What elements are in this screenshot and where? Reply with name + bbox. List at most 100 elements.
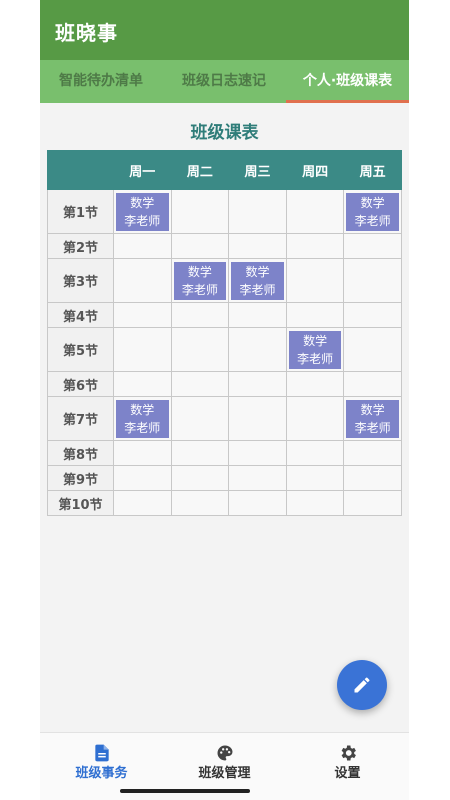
course-card[interactable]: 数学 李老师 — [346, 192, 399, 231]
schedule-cell[interactable]: 数学 李老师 — [343, 189, 402, 234]
schedule-cell[interactable] — [113, 490, 172, 516]
schedule-row: 第9节 — [47, 465, 402, 491]
app-title: 班晓事 — [55, 21, 118, 45]
edit-fab-button[interactable] — [337, 660, 387, 710]
schedule-cell[interactable] — [228, 371, 287, 397]
schedule-row: 第4节 — [47, 302, 402, 328]
schedule-cell[interactable] — [285, 233, 345, 259]
course-name: 数学 — [303, 333, 328, 348]
course-name: 数学 — [187, 264, 212, 279]
schedule-cell[interactable] — [170, 440, 230, 466]
course-teacher: 李老师 — [181, 282, 218, 297]
course-card[interactable]: 数学 李老师 — [346, 399, 399, 438]
schedule-cell[interactable] — [285, 490, 345, 516]
course-teacher: 李老师 — [124, 213, 161, 228]
schedule-cell[interactable] — [343, 327, 402, 372]
schedule-row: 第3节 数学 李老师 数学 李老师 — [47, 258, 402, 303]
course-teacher: 李老师 — [124, 420, 161, 435]
tab-class-schedule[interactable]: 个人·班级课表 — [286, 60, 409, 103]
schedule-cell[interactable] — [113, 233, 172, 259]
period-label: 第7节 — [47, 396, 114, 441]
schedule-cell[interactable] — [343, 490, 402, 516]
schedule-cell[interactable] — [285, 371, 345, 397]
schedule-cell[interactable] — [343, 465, 402, 491]
period-label: 第4节 — [47, 302, 114, 328]
schedule-row: 第5节 数学李老师 — [47, 327, 402, 372]
course-teacher: 李老师 — [239, 282, 276, 297]
course-card[interactable]: 数学 李老师 — [173, 261, 227, 300]
schedule-cell[interactable] — [113, 440, 172, 466]
app-screen: 班晓事 智能待办清单 班级日志速记 个人·班级课表 班级课表 周一 周二 周三 … — [40, 0, 409, 800]
day-header: 周一 — [113, 150, 172, 190]
schedule-cell[interactable] — [170, 396, 230, 441]
course-card[interactable]: 数学 李老师 — [231, 261, 284, 300]
course-teacher: 李老师 — [297, 351, 334, 366]
schedule-cell[interactable] — [170, 465, 230, 491]
schedule-cell[interactable] — [113, 302, 172, 328]
schedule-cell[interactable] — [343, 233, 402, 259]
schedule-cell[interactable] — [285, 465, 345, 491]
course-name: 数学 — [360, 402, 385, 417]
schedule-cell[interactable] — [228, 327, 287, 372]
schedule-cell[interactable] — [170, 371, 230, 397]
schedule-cell[interactable] — [228, 396, 287, 441]
schedule-row: 第2节 — [47, 233, 402, 259]
nav-class-management[interactable]: 班级管理 — [163, 733, 286, 791]
schedule-table: 周一 周二 周三 周四 周五 第1节 数学 李老师 数学 李老师 第2节 第3节 数学 李老师数… — [47, 150, 402, 516]
schedule-row: 第8节 — [47, 440, 402, 466]
schedule-cell[interactable]: 数学 李老师 — [170, 258, 230, 303]
tab-smart-todo[interactable]: 智能待办清单 — [40, 60, 162, 103]
schedule-cell[interactable] — [285, 189, 345, 234]
schedule-cell[interactable]: 数学 李老师 — [113, 396, 172, 441]
nav-settings[interactable]: 设置 — [286, 733, 409, 791]
schedule-cell[interactable] — [228, 233, 287, 259]
course-card[interactable]: 数学 李老师 — [116, 192, 169, 231]
schedule-cell[interactable] — [228, 189, 287, 234]
schedule-cell[interactable]: 数学 李老师 — [113, 189, 172, 234]
schedule-cell[interactable] — [113, 258, 172, 303]
day-header: 周四 — [285, 150, 345, 190]
schedule-cell[interactable] — [113, 327, 172, 372]
schedule-cell[interactable] — [228, 440, 287, 466]
course-card[interactable]: 数学 李老师 — [116, 399, 169, 438]
day-header: 周二 — [170, 150, 230, 190]
schedule-cell[interactable] — [170, 490, 230, 516]
schedule-cell[interactable] — [113, 371, 172, 397]
course-teacher: 李老师 — [354, 213, 391, 228]
schedule-cell[interactable] — [228, 490, 287, 516]
schedule-cell[interactable] — [170, 327, 230, 372]
schedule-cell[interactable] — [285, 396, 345, 441]
schedule-header-row: 周一 周二 周三 周四 周五 — [47, 150, 402, 190]
course-name: 数学 — [130, 402, 155, 417]
tab-indicator — [286, 100, 409, 103]
schedule-cell[interactable] — [285, 258, 345, 303]
schedule-cell[interactable]: 数学 李老师 — [285, 327, 345, 372]
schedule-cell[interactable] — [228, 302, 287, 328]
tab-class-log[interactable]: 班级日志速记 — [162, 60, 286, 103]
nav-class-affairs[interactable]: 班级事务 — [40, 733, 163, 791]
schedule-cell[interactable] — [285, 440, 345, 466]
schedule-cell[interactable] — [170, 302, 230, 328]
schedule-cell[interactable] — [170, 233, 230, 259]
course-name: 数学 — [360, 195, 385, 210]
schedule-cell[interactable]: 数学 李老师 — [343, 396, 402, 441]
home-indicator — [120, 789, 250, 793]
schedule-cell[interactable] — [343, 302, 402, 328]
schedule-cell[interactable] — [170, 189, 230, 234]
course-teacher: 李老师 — [354, 420, 391, 435]
schedule-cell[interactable] — [228, 465, 287, 491]
course-card[interactable]: 数学 李老师 — [288, 330, 342, 369]
day-header: 周五 — [343, 150, 402, 190]
schedule-cell[interactable] — [343, 258, 402, 303]
palette-icon — [217, 745, 233, 761]
schedule-cell[interactable]: 数学 李老师 — [228, 258, 287, 303]
schedule-cell[interactable] — [343, 440, 402, 466]
schedule-row: 第10节 — [47, 490, 402, 516]
period-label: 第9节 — [47, 465, 114, 491]
schedule-cell[interactable] — [285, 302, 345, 328]
period-label: 第5节 — [47, 327, 114, 372]
schedule-cell[interactable] — [343, 371, 402, 397]
period-label: 第6节 — [47, 371, 114, 397]
document-icon — [95, 744, 109, 762]
schedule-cell[interactable] — [113, 465, 172, 491]
